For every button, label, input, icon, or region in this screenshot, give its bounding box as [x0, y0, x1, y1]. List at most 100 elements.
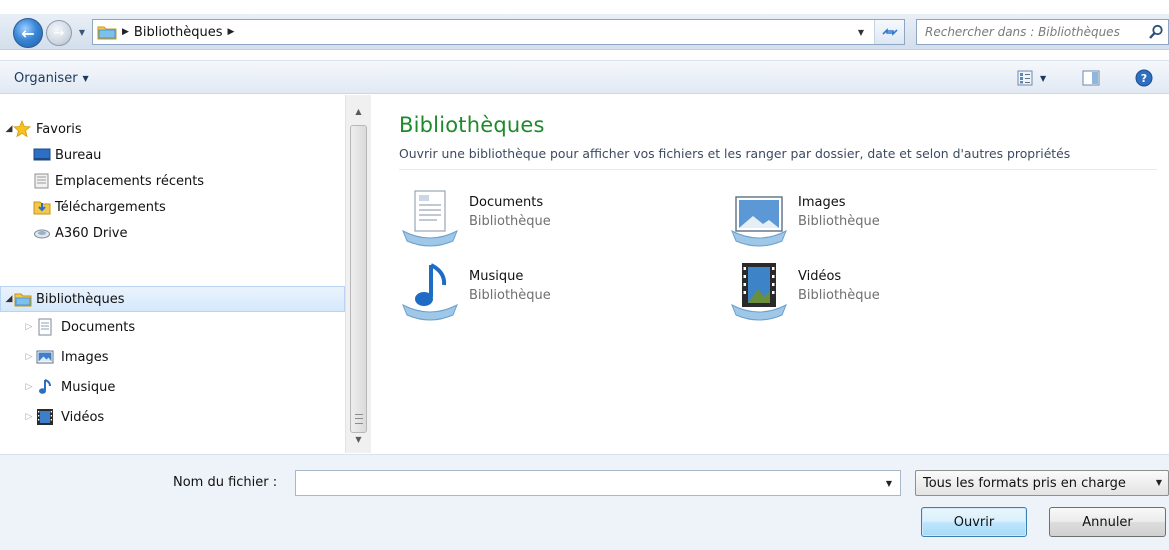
tree-label: Vidéos: [61, 409, 105, 425]
cancel-button[interactable]: Annuler: [1049, 507, 1166, 537]
back-button[interactable]: ←: [13, 18, 43, 48]
tree-item-bureau[interactable]: Bureau: [0, 142, 345, 168]
file-type-value: Tous les formats pris en charge: [923, 475, 1126, 491]
chevron-down-icon: ▼: [885, 478, 893, 488]
filename-label: Nom du fichier :: [173, 475, 278, 490]
documents-icon: [38, 318, 52, 336]
search-icon[interactable]: [1148, 24, 1164, 40]
library-name: Vidéos: [798, 269, 842, 284]
tree-item-recent-places[interactable]: Emplacements récents: [0, 168, 345, 194]
svg-text:?: ?: [1141, 72, 1147, 85]
library-kind: Bibliothèque: [469, 214, 551, 229]
help-icon: ?: [1135, 69, 1153, 87]
music-icon: [39, 379, 51, 394]
star-icon: [13, 120, 31, 138]
help-button[interactable]: ?: [1132, 67, 1156, 89]
desktop-icon: [33, 148, 51, 161]
collapsed-arrow-icon[interactable]: ▷: [24, 382, 34, 392]
library-kind: Bibliothèque: [469, 288, 551, 303]
downloads-icon: [33, 201, 51, 215]
command-bar: Organiser ▼ ▼ ?: [0, 60, 1169, 94]
scroll-thumb[interactable]: [350, 125, 367, 433]
filename-dropdown-button[interactable]: ▼: [878, 471, 900, 495]
tree-item-images[interactable]: ▷ Images: [0, 344, 345, 370]
file-type-select[interactable]: Tous les formats pris en charge ▼: [915, 470, 1169, 496]
open-button[interactable]: Ouvrir: [921, 507, 1027, 537]
chevron-down-icon: ▼: [857, 27, 865, 37]
library-tile-documents[interactable]: Documents Bibliothèque: [399, 187, 699, 251]
cloud-drive-icon: [34, 229, 50, 239]
chevron-down-icon: ▼: [1040, 73, 1047, 83]
chevron-down-icon: ▼: [1155, 478, 1162, 487]
filename-input[interactable]: [296, 471, 876, 495]
scroll-up-button[interactable]: ▲: [346, 101, 371, 121]
recent-places-icon: [34, 173, 49, 189]
refresh-icon: [881, 28, 898, 36]
library-kind: Bibliothèque: [798, 214, 880, 229]
organize-button[interactable]: Organiser ▼: [8, 67, 95, 89]
collapsed-arrow-icon[interactable]: ▷: [24, 352, 34, 362]
scroll-down-button[interactable]: ▼: [346, 429, 371, 449]
page-title: Bibliothèques: [399, 113, 545, 137]
collapsed-arrow-icon[interactable]: ▷: [24, 322, 34, 332]
tree-item-libraries[interactable]: ◢ Bibliothèques: [0, 286, 345, 312]
details-view-icon: [1017, 70, 1033, 86]
address-field[interactable]: ▶ Bibliothèques ▶ ▼: [92, 19, 905, 45]
tree-label: A360 Drive: [55, 225, 128, 241]
tree-label: Musique: [61, 379, 116, 395]
music-library-icon: [402, 263, 458, 321]
tree-label: Images: [61, 349, 109, 365]
tree-item-documents[interactable]: ▷ Documents: [0, 314, 345, 340]
libraries-folder-icon: [97, 26, 117, 40]
libraries-folder-icon: [14, 293, 32, 307]
documents-library-icon: [402, 190, 458, 247]
expanded-arrow-icon[interactable]: ◢: [4, 294, 14, 304]
chevron-down-icon: ▼: [355, 434, 362, 444]
preview-pane-icon: [1082, 70, 1100, 86]
library-tile-music[interactable]: Musique Bibliothèque: [399, 261, 699, 325]
library-tile-videos[interactable]: Vidéos Bibliothèque: [728, 261, 1028, 325]
open-button-label: Ouvrir: [953, 514, 995, 530]
organize-label: Organiser: [14, 70, 78, 86]
tree-item-favorites[interactable]: ◢ Favoris: [0, 116, 345, 142]
library-kind: Bibliothèque: [798, 288, 880, 303]
videos-icon: [37, 409, 53, 425]
page-description: Ouvrir une bibliothèque pour afficher vo…: [399, 146, 1071, 161]
file-dialog-footer: Nom du fichier : ▼ Tous les formats pris…: [0, 454, 1169, 550]
tree-item-videos[interactable]: ▷ Vidéos: [0, 404, 345, 430]
library-name: Documents: [469, 195, 544, 210]
navigation-scrollbar[interactable]: ▲ ▼: [345, 95, 371, 453]
preview-pane-button[interactable]: [1079, 67, 1103, 89]
library-content-pane: Bibliothèques Ouvrir une bibliothèque po…: [371, 95, 1169, 453]
search-input[interactable]: [925, 21, 1143, 43]
tree-label: Téléchargements: [55, 199, 166, 215]
library-tile-images[interactable]: Images Bibliothèque: [728, 187, 1028, 251]
search-box[interactable]: [916, 19, 1169, 45]
arrow-right-icon: →: [53, 25, 65, 41]
tree-label: Documents: [61, 319, 136, 335]
breadcrumb-item[interactable]: Bibliothèques: [134, 25, 223, 40]
tree-item-a360-drive[interactable]: A360 Drive: [0, 220, 345, 246]
cancel-button-label: Annuler: [1082, 514, 1133, 530]
filename-combobox[interactable]: ▼: [295, 470, 901, 496]
change-view-button[interactable]: ▼: [1014, 67, 1058, 89]
address-history-dropdown[interactable]: ▼: [852, 20, 870, 44]
collapsed-arrow-icon[interactable]: ▷: [24, 412, 34, 422]
navigation-pane: ◢ Favoris Bureau Emplacements récents Té…: [0, 95, 371, 453]
forward-button[interactable]: →: [46, 20, 72, 46]
images-library-icon: [731, 196, 787, 247]
tree-label: Favoris: [36, 121, 82, 137]
breadcrumb-separator-icon[interactable]: ▶: [122, 27, 129, 37]
tree-item-downloads[interactable]: Téléchargements: [0, 194, 345, 220]
library-name: Images: [798, 195, 846, 210]
tree-label: Bibliothèques: [36, 291, 125, 307]
tree-item-music[interactable]: ▷ Musique: [0, 374, 345, 400]
tree-label: Bureau: [55, 147, 102, 163]
images-icon: [36, 350, 54, 364]
recent-pages-dropdown[interactable]: ▼: [76, 26, 88, 38]
refresh-button[interactable]: [874, 20, 904, 44]
grip-icon: [355, 414, 363, 424]
library-name: Musique: [469, 269, 524, 284]
chevron-up-icon: ▲: [355, 106, 362, 116]
breadcrumb-separator-icon[interactable]: ▶: [227, 27, 234, 37]
